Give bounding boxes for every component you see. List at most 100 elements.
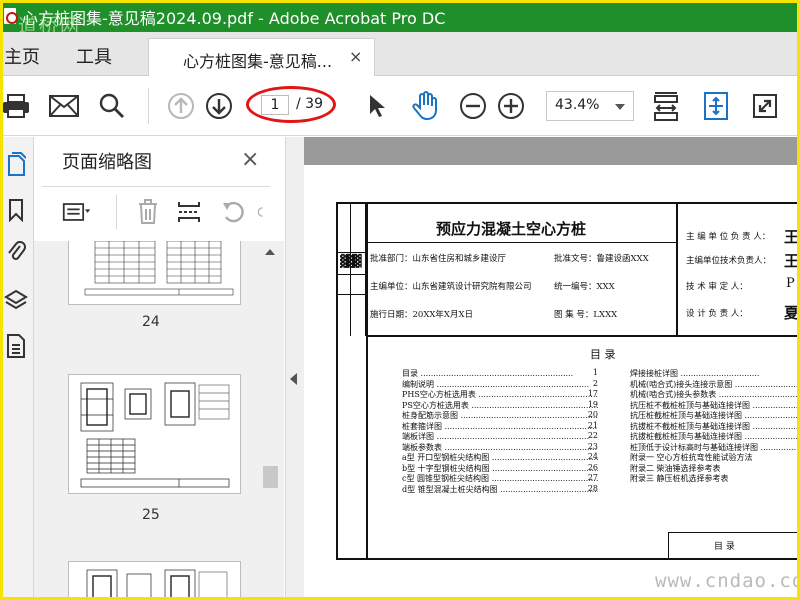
rotate-clockwise-icon[interactable]: [256, 197, 268, 227]
thumbnail-page-number: 24: [142, 314, 160, 330]
signature: 王: [784, 252, 800, 270]
toc-entry-text: 抗压桩截桩桩顶与基础连接详图: [630, 411, 742, 420]
toc-entry: 抗压桩截桩桩顶与基础连接详图 .........................…: [630, 410, 800, 421]
toc-entry-text: 附录一 空心方桩抗弯性能试验方法: [630, 453, 753, 462]
zoom-level-dropdown[interactable]: 43.4%: [546, 91, 634, 121]
toc-entry-text: 抗拔桩不截桩桩顶与基础连接详图: [630, 421, 750, 431]
rotate-counterclockwise-icon[interactable]: [218, 197, 248, 227]
toc-leader-dots: ...............................: [734, 379, 800, 389]
toc-page-number: 24: [587, 452, 598, 461]
toc-leader-dots: ........................................…: [434, 432, 590, 441]
zoom-level-value: 43.4%: [555, 97, 600, 113]
title-bar: 心方桩图集-意见稿2024.09.pdf - Adobe Acrobat Pro…: [0, 0, 800, 37]
bookmark-icon[interactable]: [4, 197, 28, 223]
extract-page-icon[interactable]: [174, 197, 204, 227]
toc-entry: 目录 .....................................…: [402, 368, 598, 379]
toc-page-number: 28: [587, 483, 598, 493]
toc-entry-text: PS空心方桩选用表: [402, 400, 469, 410]
print-icon[interactable]: [0, 90, 32, 122]
toc-leader-dots: ...............................: [678, 369, 760, 378]
toc-leader-dots: ........................................…: [500, 484, 598, 494]
previous-page-icon[interactable]: [165, 90, 197, 122]
signature: 夏: [784, 304, 800, 322]
toc-page-number: 27: [587, 473, 598, 482]
search-icon[interactable]: [96, 90, 128, 122]
panel-collapse-handle[interactable]: [286, 137, 304, 600]
thumbnail-scrollbar[interactable]: [260, 241, 280, 600]
toc-entry: 端板参数表 ..................................…: [402, 442, 598, 453]
toc-entry: 机械(啮合式)接头参数表 ...........................…: [630, 389, 800, 400]
red-highlight-annotation: [246, 86, 336, 123]
role-chief-unit-head: 主 编 单 位 负 责 人：: [686, 232, 771, 242]
page-thumbnail-25[interactable]: [68, 374, 241, 494]
zoom-out-icon[interactable]: [457, 90, 489, 122]
collapse-arrow-icon: [290, 373, 297, 385]
attachment-icon[interactable]: [4, 239, 28, 265]
approval-stamp: ▓▓▓: [340, 254, 362, 268]
fit-width-icon[interactable]: [650, 90, 682, 122]
toc-leader-dots: ...............................: [752, 421, 800, 431]
toc-entry-text: 抗拔桩截桩桩顶与基础连接详图: [630, 432, 742, 441]
toc-entry-text: 焊接接桩详图: [630, 369, 678, 378]
toc-entry: 编制说明 ...................................…: [402, 379, 598, 390]
thumbnail-page-number: 25: [142, 507, 160, 523]
toc-entry-text: d型 锥型混凝土桩尖结构图: [402, 484, 498, 494]
document-properties-icon[interactable]: [4, 333, 28, 359]
zoom-in-icon[interactable]: [495, 90, 527, 122]
page-thumbnails-icon[interactable]: [4, 151, 28, 177]
toc-entry-text: 抗压桩不截桩桩顶与基础连接详图: [630, 400, 750, 410]
toc-leader-dots: ...............................: [744, 411, 800, 420]
toc-entry-text: b型 十字型钢桩尖结构图: [402, 463, 490, 473]
hand-tool-icon[interactable]: [409, 90, 441, 122]
acrobat-app-icon: [4, 8, 18, 24]
toc-entry: 附录三 静压桩机选择参考表: [630, 473, 800, 484]
toc-page-number: 19: [587, 399, 598, 409]
scrollbar-thumb[interactable]: [263, 466, 278, 488]
layers-icon[interactable]: [4, 287, 28, 313]
toc-leader-dots: ........................................…: [434, 379, 590, 389]
select-cursor-icon[interactable]: [361, 90, 393, 122]
toc-leader-dots: ........................................…: [471, 400, 598, 410]
approval-department: 批准部门：山东省住房和城乡建设厅: [370, 254, 507, 264]
toc-entry: 抗拔桩不截桩桩顶与基础连接详图 ........................…: [630, 421, 800, 432]
delete-page-icon[interactable]: [133, 197, 163, 227]
toc-entry-text: PHS空心方桩选用表: [402, 390, 476, 399]
toc-entry-text: 桩顶低于设计标高时与基础连接详图: [630, 442, 758, 452]
page-thumbnail-24[interactable]: [68, 241, 241, 305]
full-screen-icon[interactable]: [749, 90, 781, 122]
chevron-down-icon: [615, 104, 625, 110]
toc-entry: 抗拔桩截桩桩顶与基础连接详图 .........................…: [630, 431, 800, 442]
toc-leader-dots: ........................................…: [442, 442, 598, 452]
approval-document: 批准文号：鲁建设函XXX: [554, 254, 649, 264]
toc-leader-dots: ........................................…: [492, 463, 598, 473]
toc-entry: PHS空心方桩选用表 .............................…: [402, 389, 598, 400]
fit-page-icon[interactable]: [700, 90, 732, 122]
next-page-icon[interactable]: [203, 90, 235, 122]
email-icon[interactable]: [48, 90, 80, 122]
toc-leader-dots: ...............................: [744, 432, 800, 441]
tab-row: 主页 工具 心方桩图集-意见稿... ×: [0, 32, 800, 76]
toolbar-divider: [148, 88, 149, 124]
toc-page-number: 22: [587, 431, 598, 440]
tools-tab[interactable]: 工具: [76, 43, 112, 69]
thumbnail-list: 24 25: [34, 241, 284, 600]
scroll-up-icon[interactable]: [265, 249, 275, 255]
toc-page-number: 20: [587, 410, 598, 419]
home-tab[interactable]: 主页: [4, 43, 40, 69]
toc-entry: 附录一 空心方桩抗弯性能试验方法: [630, 452, 800, 463]
document-tab[interactable]: 心方桩图集-意见稿... ×: [148, 38, 375, 76]
document-tab-close-icon[interactable]: ×: [349, 47, 362, 66]
toc-entry: 机械(啮合式)接头连接示意图 .........................…: [630, 379, 800, 390]
toc-leader-dots: ........................................…: [418, 369, 574, 378]
toc-entry-text: 目录: [402, 369, 418, 378]
toc-leader-dots: ........................................…: [478, 390, 598, 399]
thumbnail-options-icon[interactable]: [62, 197, 92, 227]
toc-leader-dots: ...............................: [716, 390, 798, 399]
toc-entry-text: 编制说明: [402, 379, 434, 389]
implementation-date: 施行日期：20XX年X月X日: [370, 310, 474, 320]
toc-page-number: 2: [592, 378, 598, 388]
role-technical-head: 主编单位技术负责人：: [686, 256, 772, 266]
panel-close-icon[interactable]: ×: [241, 147, 259, 172]
toc-entry-text: 附录三 静压桩机选择参考表: [630, 474, 729, 483]
page-thumbnail-26[interactable]: [68, 561, 241, 600]
